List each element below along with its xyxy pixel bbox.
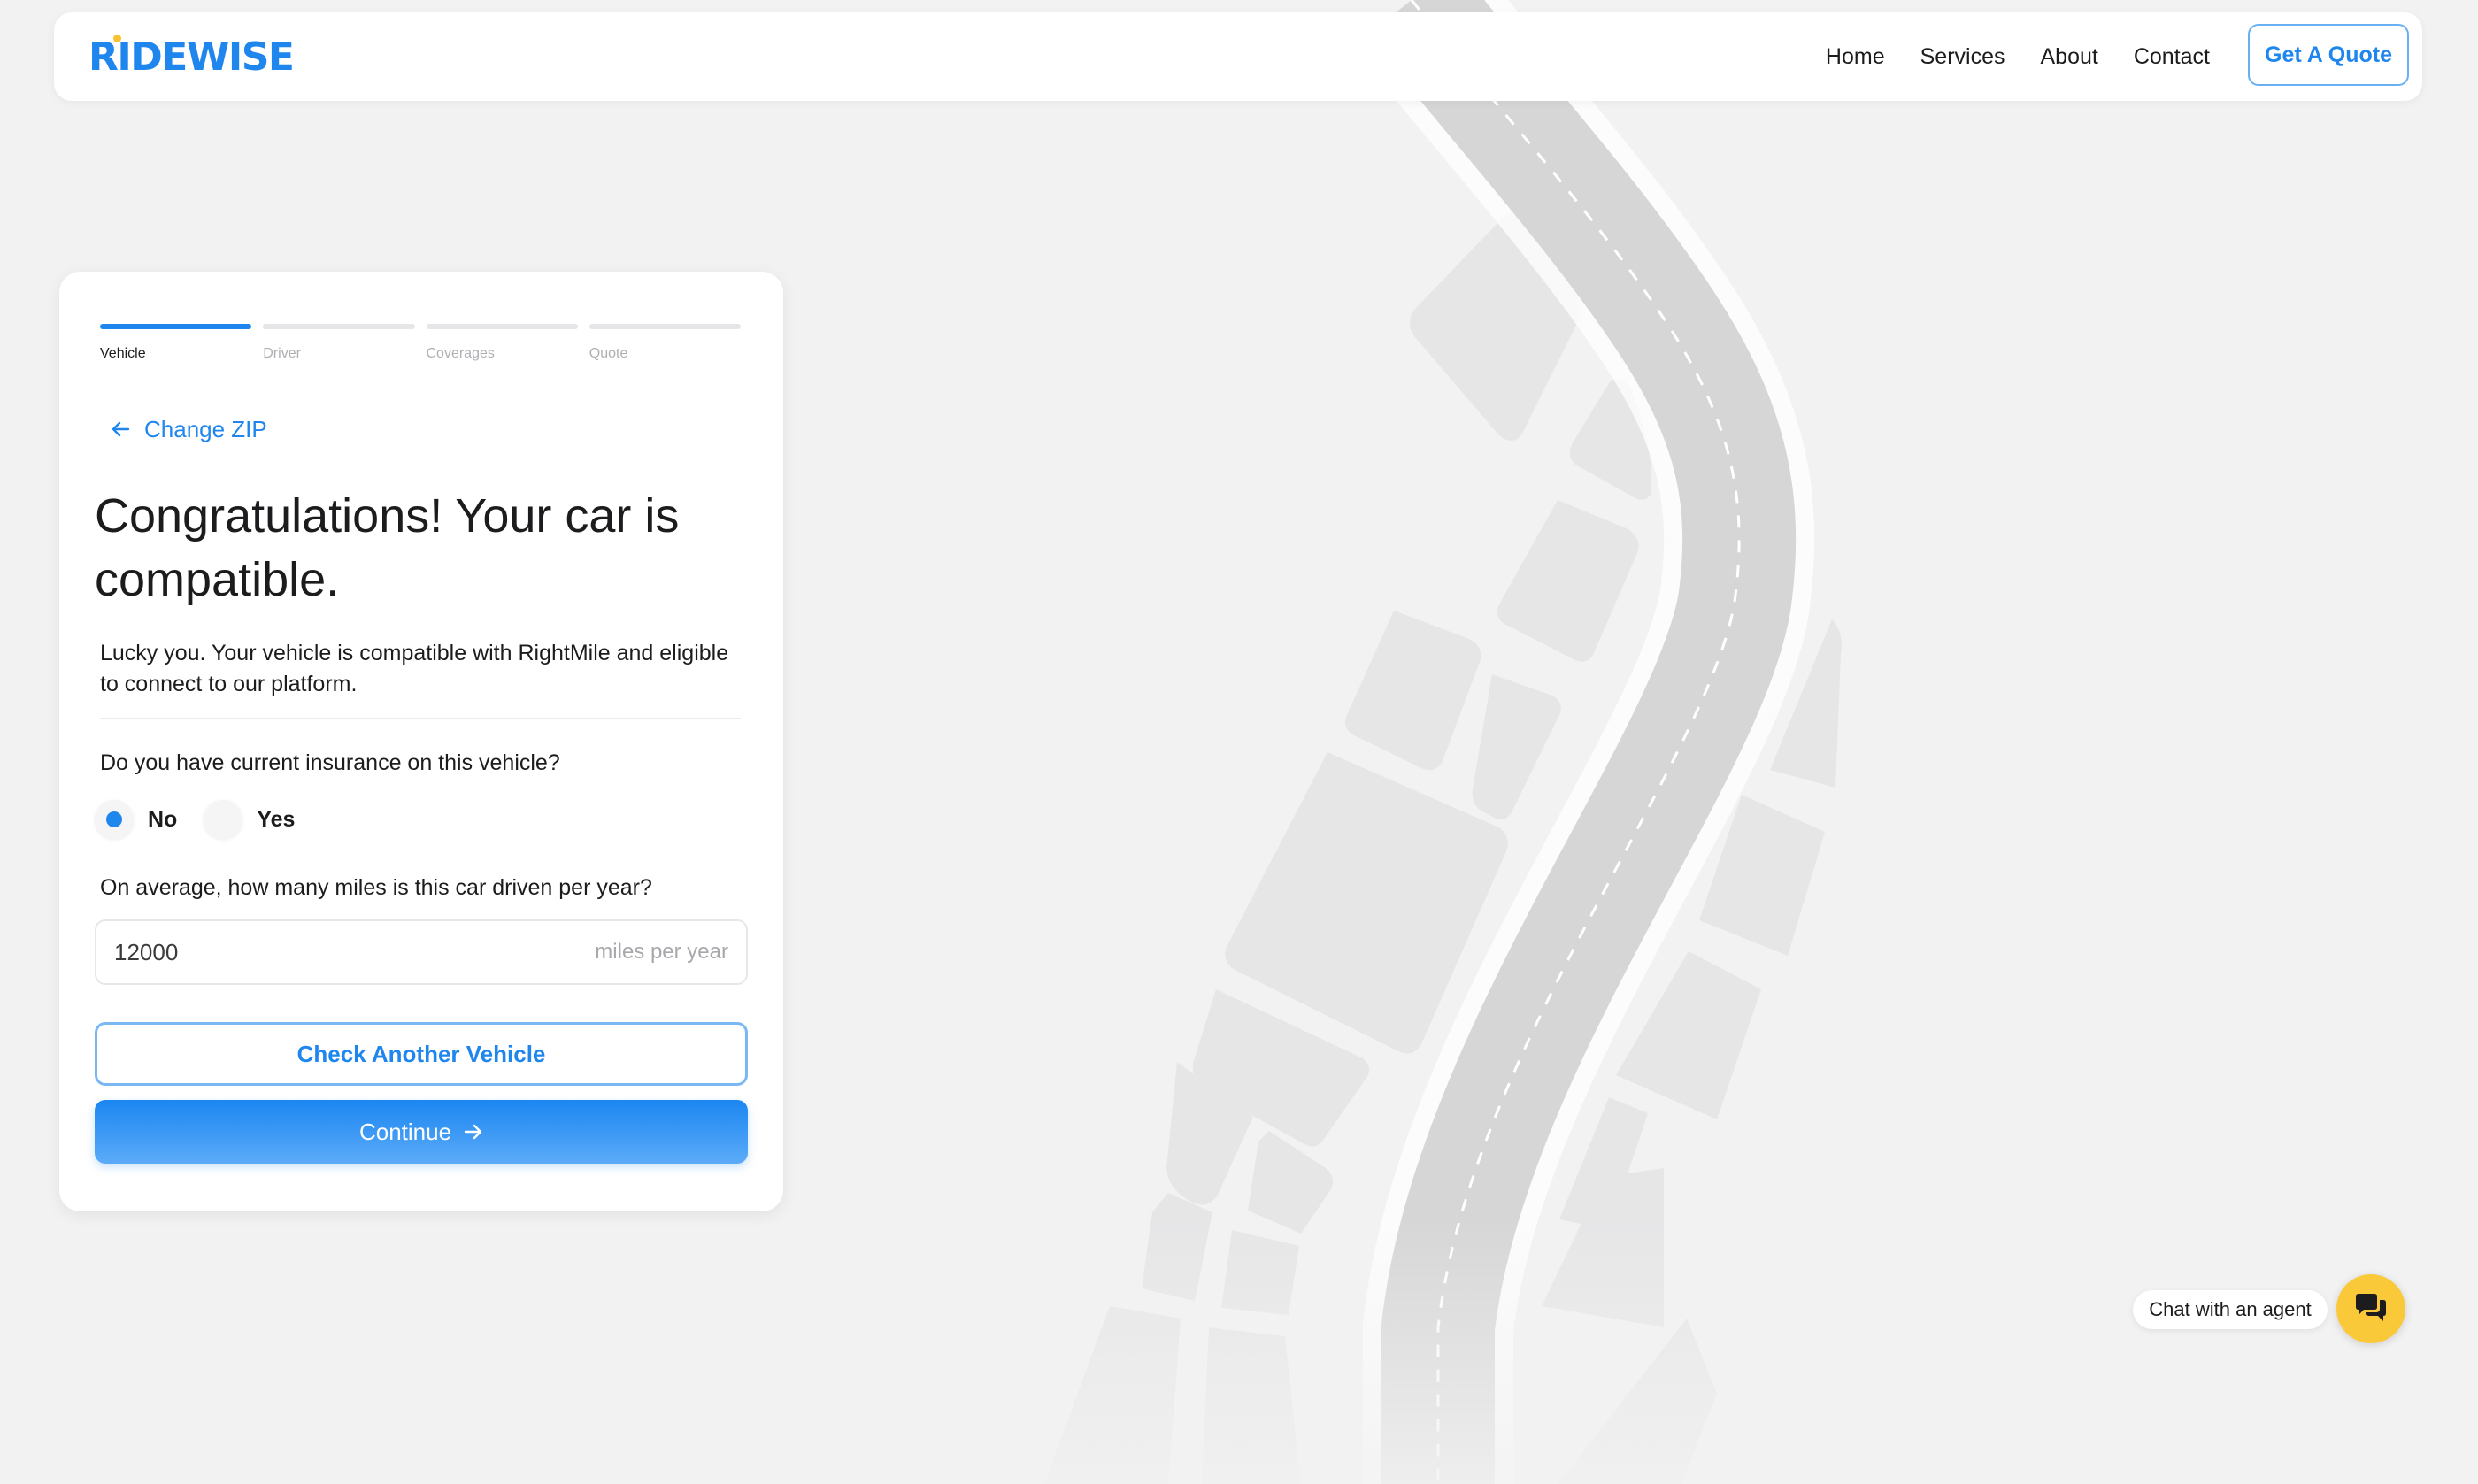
nav-link-about[interactable]: About: [2040, 44, 2097, 70]
step-label: Vehicle: [100, 346, 146, 361]
insurance-question: Do you have current insurance on this ve…: [100, 750, 560, 775]
step-bar: [589, 324, 741, 329]
radio-yes[interactable]: [204, 800, 243, 839]
nav-link-services[interactable]: Services: [1920, 44, 2005, 70]
step-bar: [426, 324, 578, 329]
step-label: Quote: [589, 346, 628, 361]
nav-link-home[interactable]: Home: [1826, 44, 1885, 70]
chat-with-agent-label[interactable]: Chat with an agent: [2133, 1290, 2328, 1329]
step-label: Coverages: [426, 346, 495, 361]
arrow-left-icon: [112, 421, 130, 437]
arrow-right-icon: [464, 1124, 482, 1140]
radio-label-no: No: [148, 806, 178, 832]
step-label: Driver: [263, 346, 301, 361]
miles-input[interactable]: [96, 921, 610, 983]
miles-suffix: miles per year: [595, 940, 728, 964]
radio-label-yes: Yes: [257, 806, 296, 832]
chat-button[interactable]: [2336, 1274, 2405, 1343]
step-vehicle: Vehicle: [100, 324, 252, 362]
page-title: Congratulations! Your car is compatible.: [95, 489, 680, 606]
insurance-option-no[interactable]: No: [95, 800, 177, 839]
step-quote: Quote: [589, 324, 741, 362]
radio-no[interactable]: [95, 800, 134, 839]
insurance-radio-group: No Yes: [95, 800, 321, 839]
continue-button[interactable]: Continue: [95, 1100, 748, 1164]
change-zip-label: Change ZIP: [144, 415, 267, 442]
change-zip-link[interactable]: Change ZIP: [111, 411, 267, 447]
nav-links: Home Services About Contact: [1826, 12, 2210, 101]
chat-bubbles-icon: [2356, 1294, 2386, 1321]
radio-selected-dot: [106, 811, 122, 827]
vehicle-form-card: Vehicle Driver Coverages Quote Change ZI…: [59, 272, 783, 1211]
step-bar: [100, 324, 252, 329]
divider: [100, 718, 741, 719]
continue-label: Continue: [358, 1118, 452, 1145]
ridewise-logo[interactable]: RIDEWISE: [88, 35, 295, 81]
nav-link-contact[interactable]: Contact: [2134, 44, 2210, 70]
miles-question: On average, how many miles is this car d…: [100, 875, 652, 900]
check-another-vehicle-button[interactable]: Check Another Vehicle: [95, 1022, 748, 1086]
get-a-quote-button[interactable]: Get A Quote: [2248, 24, 2409, 86]
miles-field: miles per year: [95, 919, 748, 985]
logo-dot-icon: [113, 35, 121, 42]
step-coverages: Coverages: [426, 324, 578, 362]
insurance-option-yes[interactable]: Yes: [204, 800, 295, 839]
compatibility-description: Lucky you. Your vehicle is compatible wi…: [100, 641, 729, 696]
step-bar: [263, 324, 415, 329]
step-driver: Driver: [263, 324, 415, 362]
top-navbar: RIDEWISE Home Services About Contact Get…: [54, 12, 2422, 101]
progress-steps: Vehicle Driver Coverages Quote: [100, 324, 741, 362]
